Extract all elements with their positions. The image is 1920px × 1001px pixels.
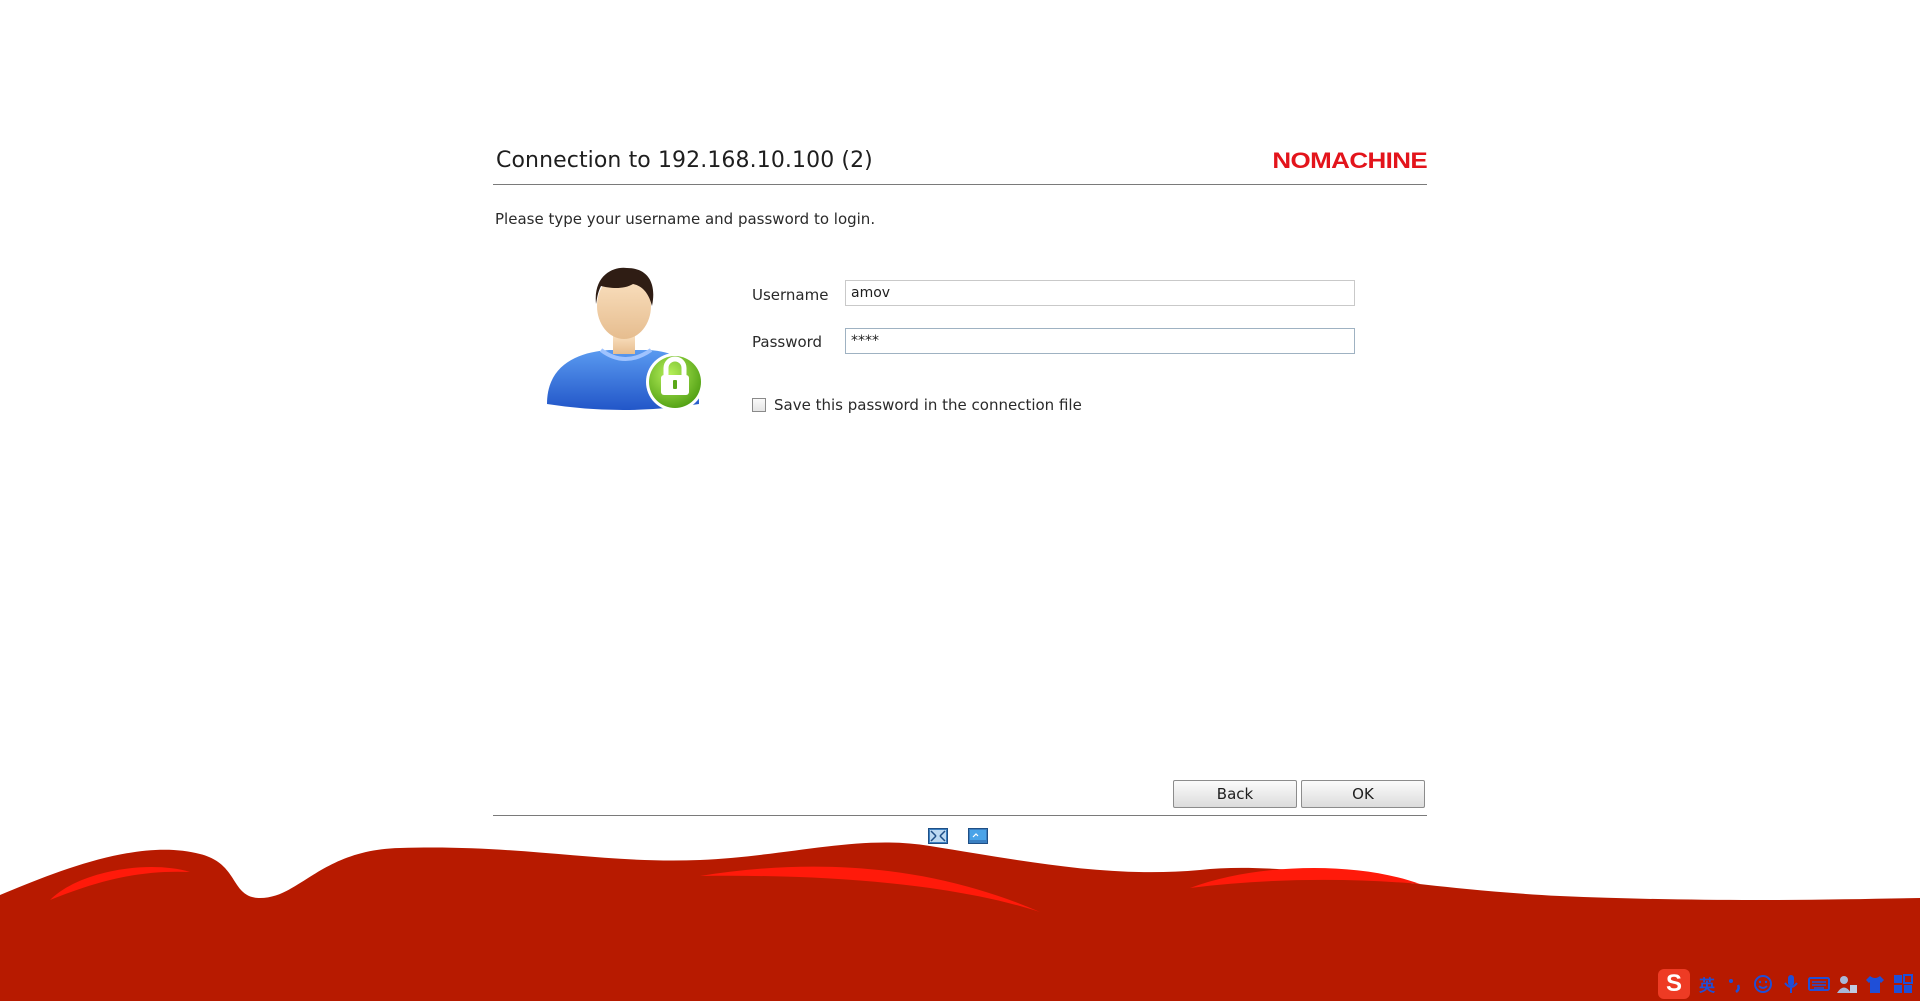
- ime-toolbar: S 英: [1654, 966, 1920, 1001]
- dialog-header: Connection to 192.168.10.100 (2) NOMACHI…: [493, 140, 1428, 185]
- nomachine-login-screen: Connection to 192.168.10.100 (2) NOMACHI…: [0, 0, 1920, 1001]
- punctuation-icon[interactable]: [1724, 973, 1746, 995]
- ok-button[interactable]: OK: [1301, 780, 1425, 808]
- footer-divider: [493, 815, 1427, 816]
- user-lock-icon: [547, 267, 704, 411]
- password-label: Password: [752, 333, 823, 351]
- microphone-icon[interactable]: [1780, 973, 1802, 995]
- back-button[interactable]: Back: [1173, 780, 1297, 808]
- skin-icon[interactable]: [1864, 973, 1886, 995]
- save-password-checkbox[interactable]: [752, 398, 766, 412]
- login-panel: Connection to 192.168.10.100 (2) NOMACHI…: [493, 140, 1428, 844]
- dialog-title: Connection to 192.168.10.100 (2): [496, 148, 873, 173]
- nomachine-logo: NOMACHINE: [1272, 148, 1427, 173]
- save-password-label: Save this password in the connection fil…: [774, 396, 1082, 414]
- keyboard-icon[interactable]: [1808, 973, 1830, 995]
- decorative-wave: [0, 842, 1920, 1001]
- login-instruction: Please type your username and password t…: [495, 210, 876, 228]
- language-toggle[interactable]: 英: [1696, 973, 1718, 995]
- username-label: Username: [752, 286, 829, 304]
- sogou-logo[interactable]: S: [1658, 968, 1690, 999]
- emoji-icon[interactable]: [1752, 973, 1774, 995]
- grid-menu-icon[interactable]: [1892, 973, 1914, 995]
- save-password-option[interactable]: Save this password in the connection fil…: [752, 396, 1082, 414]
- username-field[interactable]: [845, 280, 1355, 306]
- password-field[interactable]: [845, 328, 1355, 354]
- user-tools-icon[interactable]: [1836, 973, 1858, 995]
